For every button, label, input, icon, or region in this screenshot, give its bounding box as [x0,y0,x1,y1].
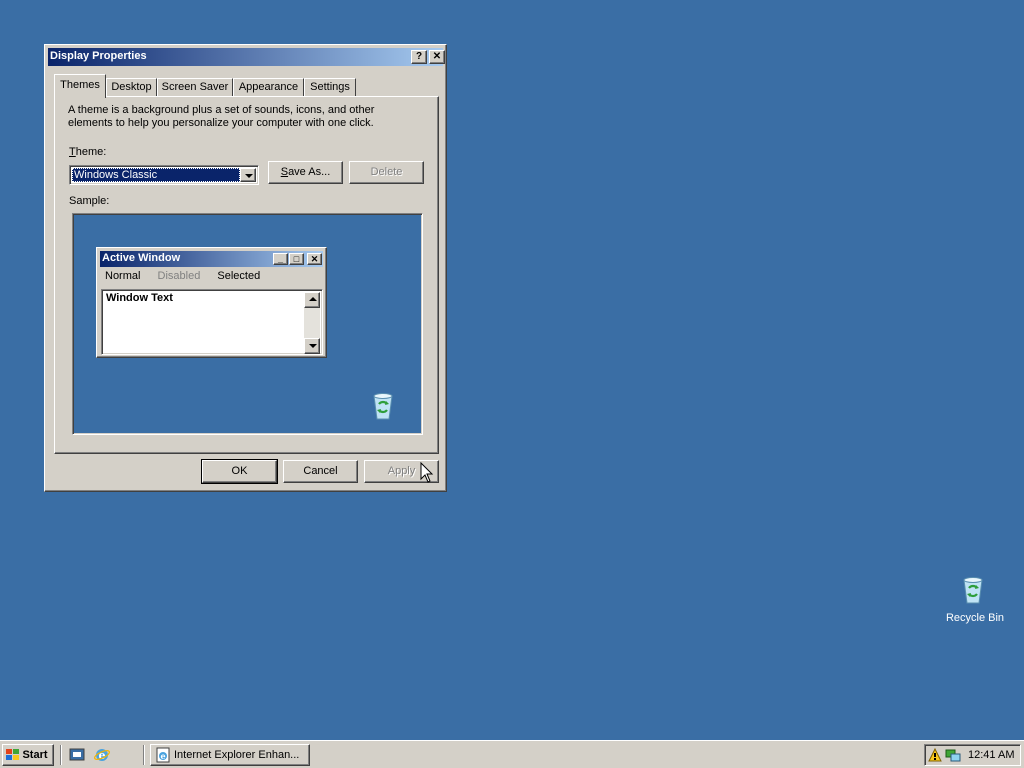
cancel-button[interactable]: Cancel [283,460,358,483]
display-properties-dialog: Display Properties ? ✕ Themes Desktop Sc… [44,44,447,492]
theme-sample-preview: Active Window _ □ ✕ Normal Disabled Sele… [72,213,423,435]
tab-screen-saver[interactable]: Screen Saver [157,78,233,96]
dialog-titlebar[interactable]: Display Properties ? ✕ [48,48,445,66]
maximize-icon: □ [289,253,304,265]
sample-scrollbar [304,292,320,354]
sample-text-area: Window Text [101,289,323,355]
taskbar: Start e e Internet Explorer Enhan... 12:… [0,740,1024,768]
theme-dropdown-button[interactable] [240,168,256,182]
delete-label: Delete [370,166,403,178]
sample-active-window: Active Window _ □ ✕ Normal Disabled Sele… [96,247,327,358]
tab-appearance[interactable]: Appearance [233,78,304,96]
theme-description: A theme is a background plus a set of so… [68,104,375,129]
taskbar-separator [143,745,145,765]
theme-select[interactable]: Windows Classic [69,165,259,185]
tab-themes[interactable]: Themes [54,74,106,98]
recycle-bin-label: Recycle Bin [945,612,1005,624]
network-icon[interactable] [945,747,961,763]
sample-window-titlebar: Active Window _ □ ✕ [100,251,323,267]
apply-label: Apply [387,465,416,477]
sample-label: Sample: [69,195,110,207]
sample-window-title: Active Window [102,252,181,264]
minimize-icon: _ [273,253,288,265]
internet-explorer-icon[interactable]: e [94,747,110,763]
start-button[interactable]: Start [2,744,54,766]
help-icon: ? [415,51,423,62]
tab-themes-label: Themes [60,79,100,91]
save-as-label: Save As... [280,166,331,178]
mouse-cursor-icon [420,462,434,483]
system-tray: 12:41 AM [924,744,1021,766]
sample-recycle-bin-icon [373,393,393,420]
sample-menu-disabled: Disabled [157,270,201,282]
security-alert-icon[interactable] [927,747,943,763]
dialog-title: Display Properties [50,50,147,62]
close-icon: ✕ [307,253,322,265]
delete-button[interactable]: Delete [349,161,424,184]
help-button[interactable]: ? [411,50,427,64]
scroll-down-icon [304,338,320,354]
theme-select-value: Windows Classic [72,168,240,182]
ok-button[interactable]: OK [201,459,278,484]
svg-text:e: e [161,751,166,761]
tab-settings[interactable]: Settings [304,78,356,96]
tab-desktop-label: Desktop [111,81,152,93]
tab-settings-label: Settings [310,81,350,93]
save-as-button[interactable]: Save As... [268,161,343,184]
desktop-recycle-bin[interactable]: Recycle Bin [940,574,1010,628]
sample-menu-bar: Normal Disabled Selected [105,270,274,282]
taskbar-task-label: Internet Explorer Enhan... [174,749,300,761]
close-button[interactable]: ✕ [429,50,445,64]
sample-window-text: Window Text [106,292,173,304]
desktop: Recycle Bin Display Properties ? ✕ Theme… [0,0,1024,740]
theme-label: Theme: [69,146,107,158]
ok-label: OK [231,465,248,477]
windows-logo-icon [6,749,19,760]
taskbar-separator [60,745,62,765]
tab-desktop[interactable]: Desktop [106,78,157,96]
chevron-down-icon [245,174,253,178]
sample-menu-normal: Normal [105,270,141,282]
scroll-up-icon [304,292,320,308]
start-label: Start [22,749,48,761]
close-icon: ✕ [432,51,442,62]
cancel-label: Cancel [303,465,338,477]
internet-explorer-page-icon: e [156,747,170,763]
show-desktop-icon[interactable] [69,747,85,763]
taskbar-task-internet-explorer[interactable]: e Internet Explorer Enhan... [150,744,310,766]
sample-menu-selected: Selected [217,270,261,282]
tab-appearance-label: Appearance [238,81,299,93]
tab-screen-saver-label: Screen Saver [161,81,229,93]
recycle-bin-icon [963,577,983,604]
clock[interactable]: 12:41 AM [968,749,1014,761]
